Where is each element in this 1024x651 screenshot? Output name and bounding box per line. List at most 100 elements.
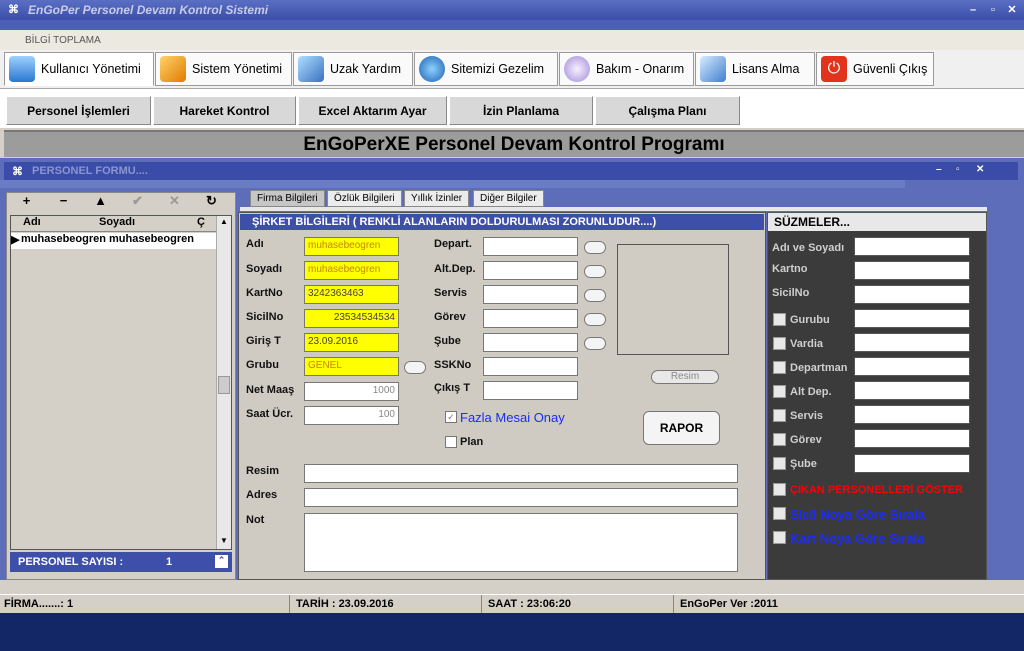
label-kartno: KartNo (246, 287, 283, 299)
maximize-button[interactable]: ▫ (985, 2, 1001, 18)
cikan-personel-checkbox[interactable] (773, 483, 786, 496)
filter-gorev-input[interactable] (854, 429, 970, 448)
tab-diger-bilgiler[interactable]: Diğer Bilgiler (473, 190, 544, 207)
sube-lookup-button[interactable] (584, 337, 606, 350)
tab-lisans-alma[interactable]: Lisans Alma (695, 52, 815, 86)
delete-record-button[interactable]: − (45, 193, 82, 211)
sskno-field[interactable] (483, 357, 578, 376)
personel-islemleri-button[interactable]: Personel İşlemleri (6, 96, 151, 125)
scroll-down-icon[interactable]: ▼ (218, 536, 230, 548)
fazla-mesai-checkbox[interactable]: ✓ (445, 411, 457, 423)
servis-field[interactable] (483, 285, 578, 304)
kartno-field[interactable]: 3242363463 (304, 285, 399, 304)
filter-vardia-input[interactable] (854, 333, 970, 352)
tab-yillik-izinler[interactable]: Yıllık İzinler (404, 190, 470, 207)
column-header[interactable]: Soyadı (99, 216, 197, 231)
filter-ad-soyad-input[interactable] (854, 237, 970, 256)
collapse-icon[interactable]: ⌃ (215, 555, 228, 568)
tab-label: Uzak Yardım (330, 62, 402, 76)
filter-servis-checkbox[interactable] (773, 409, 786, 422)
plan-checkbox[interactable] (445, 436, 457, 448)
adi-field[interactable]: muhasebeogren (304, 237, 399, 256)
cancel-record-button[interactable]: ✕ (156, 193, 193, 211)
giris-date-field[interactable]: 23.09.2016 (304, 333, 399, 352)
tab-kullanici-yonetimi[interactable]: Kullanıcı Yönetimi (4, 52, 154, 86)
departman-field[interactable] (483, 237, 578, 256)
izin-planlama-button[interactable]: İzin Planlama (449, 96, 593, 125)
form-minimize-button[interactable]: – (936, 164, 942, 175)
scroll-up-icon[interactable]: ▲ (218, 217, 230, 229)
sube-field[interactable] (483, 333, 578, 352)
tab-ozluk-bilgileri[interactable]: Özlük Bilgileri (327, 190, 402, 207)
filter-label-sicilno: SicilNo (772, 287, 810, 299)
form-close-button[interactable]: ✕ (976, 164, 984, 175)
alt-departman-lookup-button[interactable] (584, 265, 606, 278)
filter-vardia-checkbox[interactable] (773, 337, 786, 350)
servis-lookup-button[interactable] (584, 289, 606, 302)
filter-departman-checkbox[interactable] (773, 361, 786, 374)
sicil-sirala-checkbox[interactable] (773, 507, 786, 520)
gorev-lookup-button[interactable] (584, 313, 606, 326)
up-record-button[interactable]: ▲ (82, 193, 119, 211)
resim-button[interactable]: Resim (651, 370, 719, 384)
filter-sube-input[interactable] (854, 454, 970, 473)
grubu-lookup-button[interactable] (404, 361, 426, 374)
label-adi: Adı (246, 238, 264, 250)
grid-scrollbar[interactable]: ▲ ▼ (216, 216, 231, 549)
filter-servis-input[interactable] (854, 405, 970, 424)
excel-aktarim-button[interactable]: Excel Aktarım Ayar (298, 96, 447, 125)
adres-field[interactable] (304, 488, 738, 507)
filter-alt-dep-input[interactable] (854, 381, 970, 400)
filter-sube-checkbox[interactable] (773, 457, 786, 470)
tab-sistem-yonetimi[interactable]: Sistem Yönetimi (155, 52, 292, 86)
filter-gorev-checkbox[interactable] (773, 433, 786, 446)
soyadi-field[interactable]: muhasebeogren (304, 261, 399, 280)
minimize-button[interactable]: – (965, 2, 981, 18)
close-button[interactable]: ✕ (1004, 2, 1020, 18)
filter-kartno-input[interactable] (854, 261, 970, 280)
sicilno-field[interactable]: 23534534534 (304, 309, 399, 328)
tab-firma-bilgileri[interactable]: Firma Bilgileri (250, 190, 325, 207)
filter-gurubu-checkbox[interactable] (773, 313, 786, 326)
alt-departman-field[interactable] (483, 261, 578, 280)
record-navigator: + − ▲ ✔ ✕ ↻ (8, 193, 234, 211)
tab-sitemizi-gezelim[interactable]: Sitemizi Gezelim (414, 52, 558, 86)
row-indicator-icon: ▶ (11, 234, 20, 246)
personel-count-bar: PERSONEL SAYISI : 1 ⌃ (10, 552, 232, 572)
menu-bilgi-toplama[interactable]: BİLGİ TOPLAMA (25, 35, 101, 46)
post-record-button[interactable]: ✔ (119, 193, 156, 211)
label-alt-dep: Alt.Dep. (434, 263, 476, 275)
kart-sirala-checkbox[interactable] (773, 531, 786, 544)
refresh-record-button[interactable]: ↻ (193, 193, 230, 211)
gorev-field[interactable] (483, 309, 578, 328)
departman-lookup-button[interactable] (584, 241, 606, 254)
calisma-plani-button[interactable]: Çalışma Planı (595, 96, 740, 125)
add-record-button[interactable]: + (8, 193, 45, 211)
net-maas-field[interactable]: 1000 (304, 382, 399, 401)
filter-label-kartno: Kartno (772, 263, 808, 275)
form-maximize-button[interactable]: ▫ (956, 164, 960, 175)
resim-path-field[interactable] (304, 464, 738, 483)
filter-gurubu-input[interactable] (854, 309, 970, 328)
column-header[interactable]: Adı (11, 216, 99, 231)
grubu-field[interactable]: GENEL (304, 357, 399, 376)
not-field[interactable] (304, 513, 738, 572)
cikis-date-field[interactable] (483, 381, 578, 400)
saat-ucret-field[interactable]: 100 (304, 406, 399, 425)
tab-guvenli-cikis[interactable]: ⏻ Güvenli Çıkış (816, 52, 934, 86)
tab-bakim-onarim[interactable]: Bakım - Onarım (559, 52, 694, 86)
table-row[interactable]: ▶ muhasebeogren muhasebeogren (11, 233, 216, 249)
count-label: PERSONEL SAYISI : (18, 556, 124, 568)
filter-departman-input[interactable] (854, 357, 970, 376)
tab-uzak-yardim[interactable]: Uzak Yardım (293, 52, 413, 86)
filter-sicilno-input[interactable] (854, 285, 970, 304)
column-header[interactable]: Ç (197, 216, 215, 231)
hareket-kontrol-button[interactable]: Hareket Kontrol (153, 96, 296, 125)
rapor-button[interactable]: RAPOR (643, 411, 720, 445)
cell-adi[interactable]: muhasebeogren (21, 233, 109, 249)
cell-soyadi[interactable]: muhasebeogren (109, 233, 209, 249)
scroll-thumb[interactable] (218, 376, 230, 394)
sicil-sirala-label: Sicil Noya Göre Sırala (790, 507, 926, 522)
filter-alt-dep-checkbox[interactable] (773, 385, 786, 398)
tab-label: Lisans Alma (732, 62, 800, 76)
